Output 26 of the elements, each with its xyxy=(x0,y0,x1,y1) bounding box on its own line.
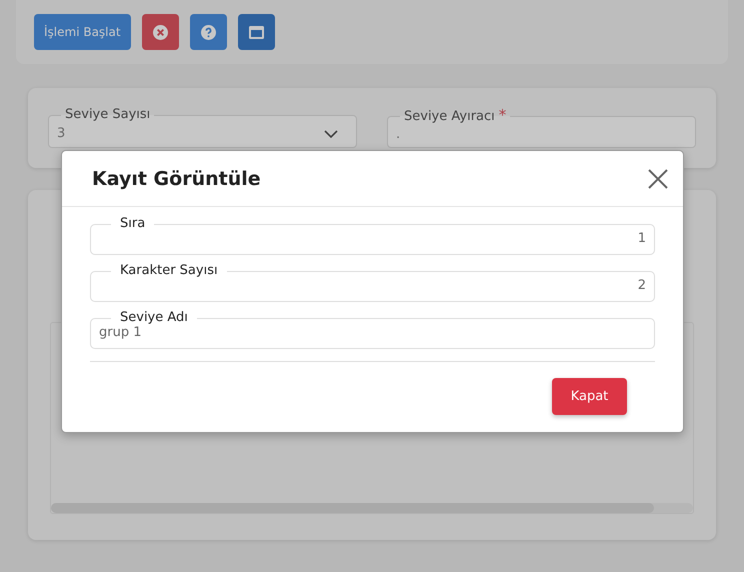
cancel-button[interactable] xyxy=(142,14,179,50)
field-label: Seviye Sayısı xyxy=(64,108,152,122)
chevron-down-icon xyxy=(324,130,338,138)
help-button[interactable] xyxy=(190,14,227,50)
input-field[interactable]: Seviye Adı grup 1 xyxy=(90,311,655,349)
field-value: 1 xyxy=(638,231,646,246)
required-mark: * xyxy=(498,106,506,124)
input-field[interactable]: Sıra 1 xyxy=(90,217,655,255)
window-icon xyxy=(248,26,264,38)
input-field[interactable]: Seviye Ayıracı * . xyxy=(387,108,696,148)
window-button[interactable] xyxy=(238,14,275,50)
field-value: 3 xyxy=(57,126,66,141)
close-dialog-button[interactable]: Kapat xyxy=(552,378,627,415)
field-value: . xyxy=(396,127,400,142)
dialog-title: Kayıt Görüntüle xyxy=(92,168,261,190)
field-label: Karakter Sayısı xyxy=(119,264,219,278)
input-field[interactable]: Karakter Sayısı 2 xyxy=(90,264,655,302)
start-button[interactable]: İşlemi Başlat xyxy=(34,14,131,50)
field-value: 2 xyxy=(638,278,646,293)
close-icon xyxy=(152,24,168,40)
help-icon xyxy=(200,24,216,40)
select-field[interactable]: Seviye Sayısı 3 xyxy=(48,108,357,148)
field-label: Sıra xyxy=(119,217,146,231)
field-label: Seviye Adı xyxy=(119,311,189,325)
field-label: Seviye Ayıracı * xyxy=(403,108,508,124)
field-value: grup 1 xyxy=(99,325,142,340)
